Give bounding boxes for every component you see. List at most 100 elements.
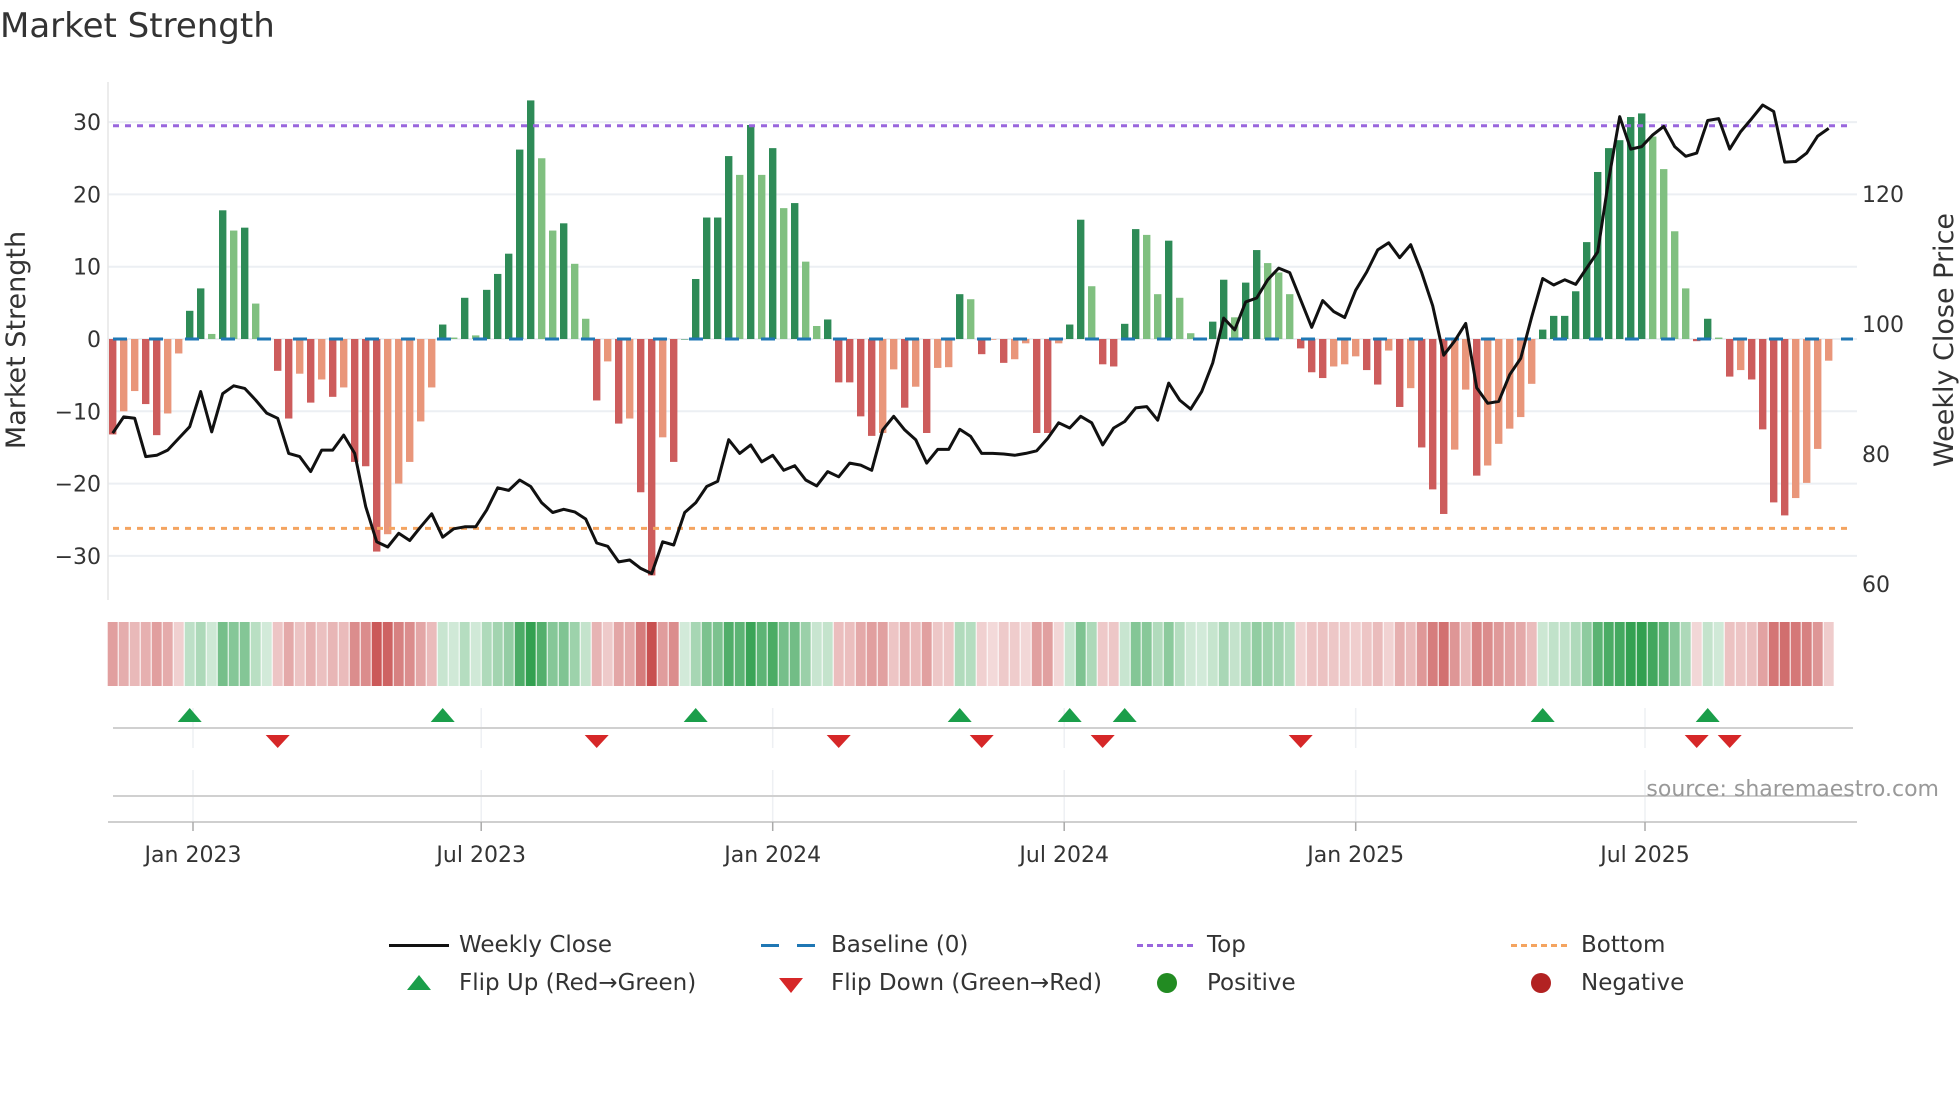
strip-cell [602, 622, 613, 686]
strength-bar [1165, 240, 1173, 339]
strip-cell [1581, 622, 1592, 686]
strip-cell [580, 622, 591, 686]
strip-cell [1801, 622, 1812, 686]
strip-cell [107, 622, 118, 686]
strength-bar [538, 158, 546, 339]
strength-bar [274, 339, 282, 371]
strength-bar [1308, 339, 1316, 373]
flip-down-marker [265, 735, 290, 748]
strip-cell [679, 622, 690, 686]
strip-cell [1273, 622, 1284, 686]
strip-cell [855, 622, 866, 686]
flip-up-marker [1695, 708, 1720, 722]
strip-cell [558, 622, 569, 686]
y2-tick-label: 120 [1862, 183, 1904, 208]
strip-cell [1460, 622, 1471, 686]
strip-cell [767, 622, 778, 686]
strip-cell [1647, 622, 1658, 686]
strip-cell [1196, 622, 1207, 686]
strip-cell [1251, 622, 1262, 686]
strip-cell [1625, 622, 1636, 686]
strip-cell [1097, 622, 1108, 686]
x-tick-label: Jan 2025 [1305, 843, 1404, 868]
strength-bar [450, 337, 458, 339]
strength-bar [967, 299, 975, 339]
strength-bar [923, 339, 931, 433]
strip-cell [789, 622, 800, 686]
strength-bar [1396, 339, 1404, 407]
legend-baseline: Baseline (0) [761, 930, 968, 960]
strength-heat-strip [107, 622, 1834, 686]
legend-label: Flip Down (Green→Red) [831, 970, 1102, 996]
strength-bar [109, 339, 117, 435]
legend-label: Negative [1581, 970, 1685, 996]
strength-bar [1715, 337, 1723, 339]
market-strength-chart: −30 −20 −10 0 10 20 30 60 80 100 120 Market Stren… [1, 82, 1960, 868]
strength-bar [362, 339, 370, 467]
strength-bar [1011, 339, 1019, 360]
strength-bar [747, 124, 755, 339]
strip-cell [1405, 622, 1416, 686]
strip-cell [998, 622, 1009, 686]
strength-bar [1649, 136, 1657, 339]
strength-bar [1539, 329, 1547, 339]
legend-flip-up: Flip Up (Red→Green) [389, 968, 696, 998]
strip-cell [1592, 622, 1603, 686]
strength-bar [1330, 339, 1338, 367]
strip-cell [1053, 622, 1064, 686]
strip-cell [1306, 622, 1317, 686]
strength-bar [131, 339, 139, 392]
dotted-line-icon [1511, 930, 1571, 960]
triangle-down-icon [761, 968, 821, 998]
strip-cell [1141, 622, 1152, 686]
strength-bar [461, 297, 469, 339]
strength-bar [681, 339, 689, 340]
y-tick-label: 0 [87, 328, 101, 353]
strength-bar [296, 339, 304, 374]
strength-bar [1088, 286, 1096, 339]
strip-cell [1218, 622, 1229, 686]
strength-bar [1429, 339, 1437, 490]
strip-cell [294, 622, 305, 686]
strip-cell [338, 622, 349, 686]
strip-cell [217, 622, 228, 686]
strength-bar [351, 339, 359, 462]
strength-bar [307, 339, 315, 403]
strip-cell [745, 622, 756, 686]
strength-bar [714, 217, 722, 339]
strength-bar [241, 227, 249, 339]
strip-cell [965, 622, 976, 686]
strength-bar [593, 339, 601, 401]
strength-bar [868, 339, 876, 436]
strip-cell [547, 622, 558, 686]
strip-cell [261, 622, 272, 686]
strength-bar [439, 324, 447, 339]
flip-up-marker [177, 708, 202, 722]
strip-cell [459, 622, 470, 686]
legend-label: Flip Up (Red→Green) [459, 970, 697, 996]
strip-cell [415, 622, 426, 686]
strip-cell [756, 622, 767, 686]
strength-bar [340, 339, 348, 388]
y2-tick-label: 100 [1862, 313, 1904, 338]
strip-cell [1713, 622, 1724, 686]
strip-cell [591, 622, 602, 686]
strength-bar [549, 230, 557, 339]
strength-bar [1671, 231, 1679, 339]
strength-bar [373, 339, 381, 552]
strength-bar [978, 339, 986, 355]
strip-cell [833, 622, 844, 686]
strip-cell [1526, 622, 1537, 686]
strip-cell [888, 622, 899, 686]
strength-bar [1143, 234, 1151, 339]
strip-cell [1537, 622, 1548, 686]
y-tick-label: −10 [55, 400, 101, 425]
strip-cell [195, 622, 206, 686]
flip-down-marker [584, 735, 609, 748]
strength-bar [318, 339, 326, 380]
strength-bar [956, 294, 964, 339]
strip-cell [811, 622, 822, 686]
strip-cell [921, 622, 932, 686]
legend-flip-down: Flip Down (Green→Red) [761, 968, 1102, 998]
dotted-line-icon [1137, 930, 1197, 960]
